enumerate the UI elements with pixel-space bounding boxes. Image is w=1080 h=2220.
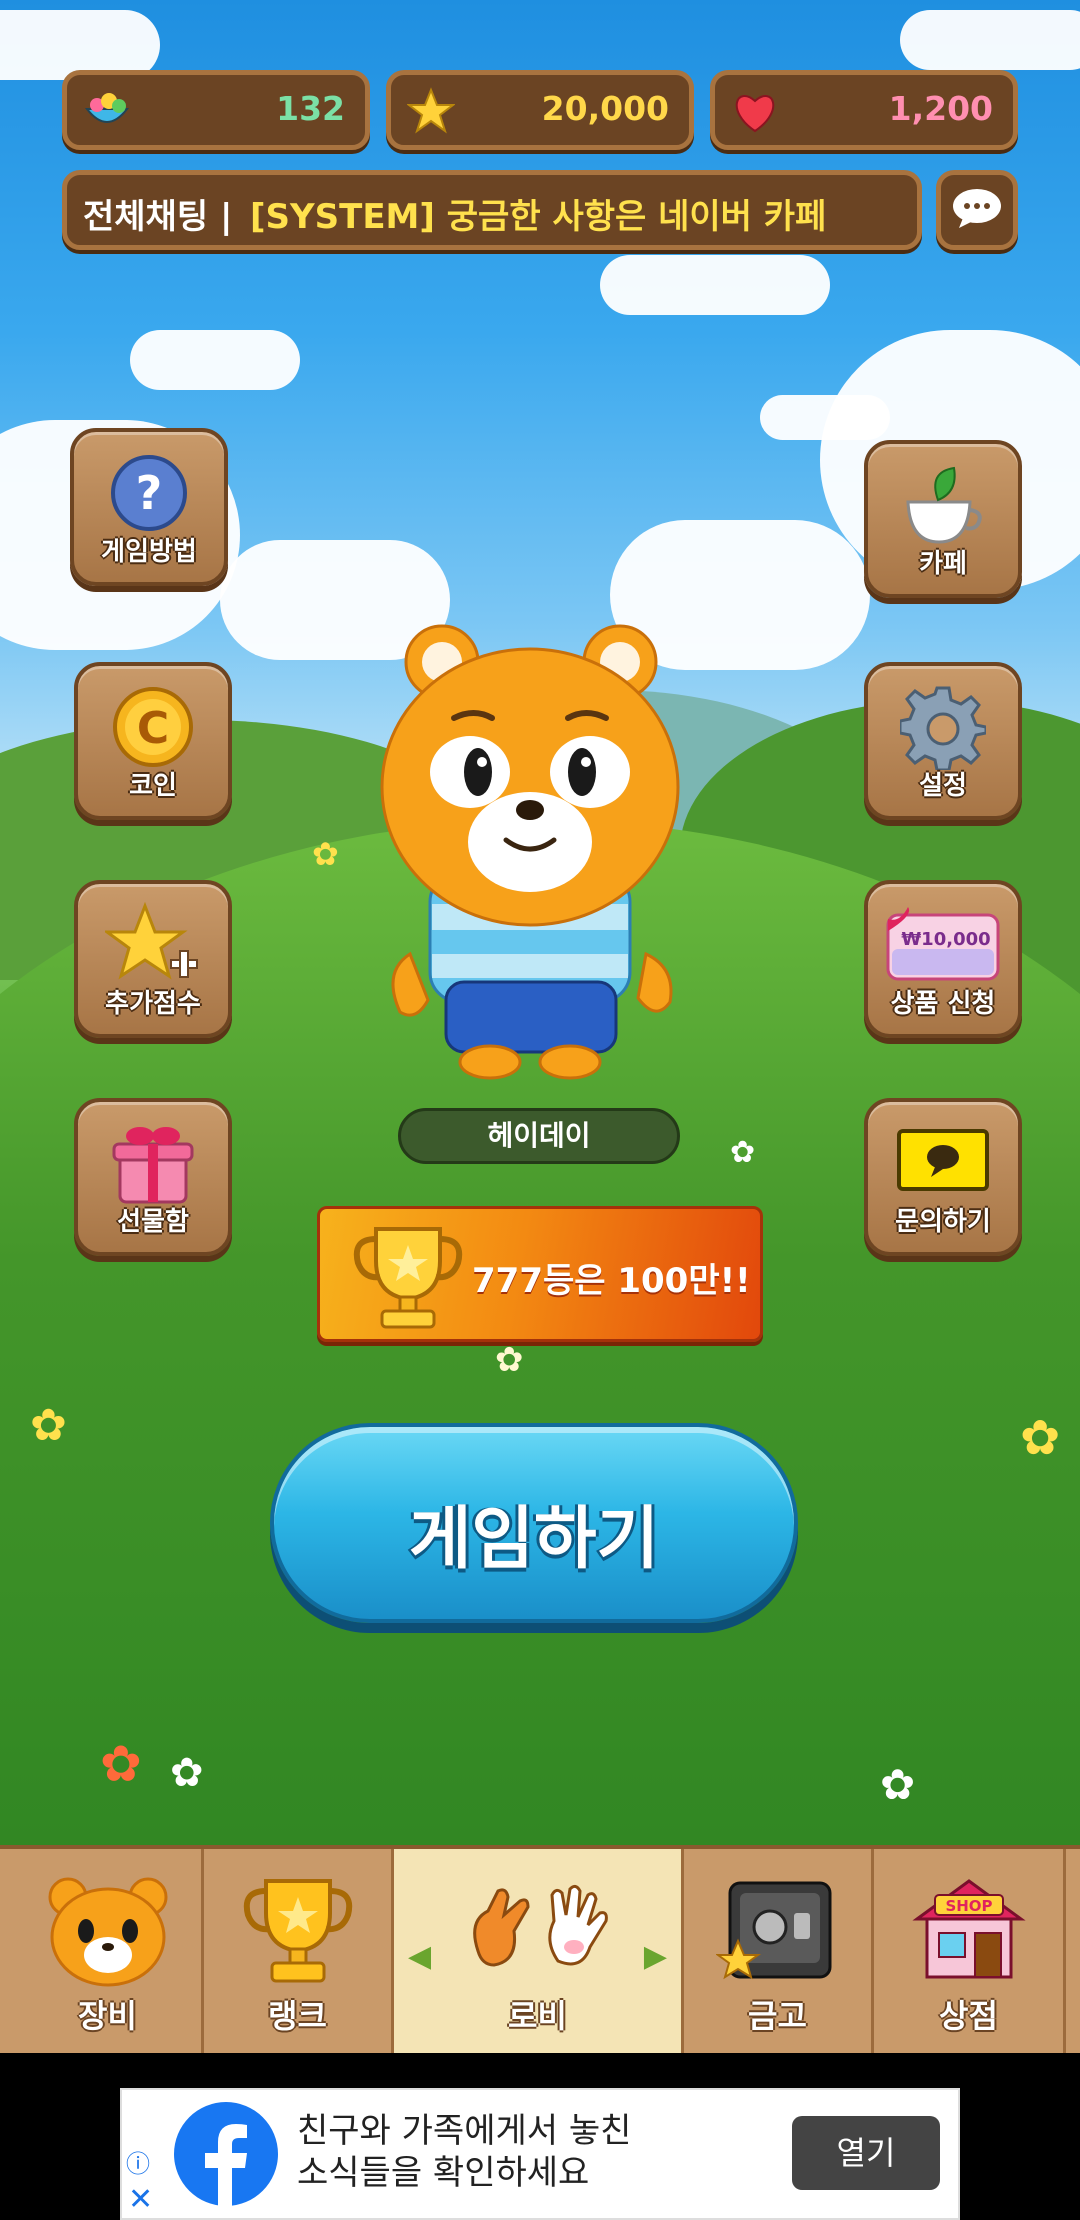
resource-star: 20,000 (386, 70, 694, 150)
tab-vault-label: 금고 (748, 1997, 807, 2035)
resource-food: 132 (62, 70, 370, 150)
promo-banner[interactable]: 777등은 100만!! (317, 1206, 763, 1342)
info-icon[interactable]: ⓘ (126, 2144, 150, 2179)
bear-character[interactable] (380, 622, 680, 1082)
cloud (600, 255, 830, 315)
shop-icon: SHOP (874, 1871, 1063, 1991)
flower-icon: ✿ (880, 1760, 916, 1809)
heart-icon (729, 85, 781, 137)
bear-face-icon (14, 1871, 201, 1991)
svg-text:C: C (137, 703, 169, 754)
inquiry-label: 문의하기 (895, 1207, 991, 1237)
prize-request-label: 상품 신청 (890, 989, 996, 1019)
coin-label: 코인 (129, 771, 177, 801)
flower-icon: ✿ (312, 835, 339, 873)
promo-text: 777등은 100만!! (472, 1261, 751, 1301)
coin-button[interactable]: C 코인 (74, 662, 232, 820)
bonus-score-label: 추가점수 (105, 989, 201, 1019)
flower-icon: ✿ (1020, 1410, 1061, 1466)
star-plus-icon (78, 900, 228, 990)
how-to-play-label: 게임방법 (101, 537, 197, 567)
cafe-label: 카페 (919, 549, 967, 579)
question-icon: ? (74, 448, 224, 538)
coin-icon: C (78, 682, 228, 772)
bonus-score-button[interactable]: 추가점수 (74, 880, 232, 1038)
gift-card-icon: ₩10,000 (868, 900, 1018, 990)
inquiry-button[interactable]: 문의하기 (864, 1098, 1022, 1256)
ad-banner-area: ⓘ ✕ 친구와 가족에게서 놓친 소식들을 확인하세요 열기 (0, 2053, 1080, 2220)
gift-card-amount: ₩10,000 (901, 929, 990, 950)
gift-box-icon (78, 1118, 228, 1208)
settings-button[interactable]: 설정 (864, 662, 1022, 820)
speech-bubble-icon (868, 1118, 1018, 1208)
gear-icon (868, 682, 1018, 772)
trophy-icon (204, 1871, 391, 1991)
tab-equipment[interactable]: 장비 (14, 1849, 204, 2053)
settings-label: 설정 (919, 771, 967, 801)
flower-icon: ✿ (495, 1340, 524, 1380)
chat-ticker[interactable]: 전체채팅 | [SYSTEM] 궁금한 사항은 네이버 카페 (62, 170, 922, 250)
cloud (760, 395, 890, 440)
close-icon[interactable]: ✕ (128, 2182, 153, 2217)
heart-count: 1,200 (888, 89, 993, 128)
ad-text-line2: 소식들을 확인하세요 (297, 2153, 590, 2193)
ad-text-line1: 친구와 가족에게서 놓친 (297, 2111, 632, 2151)
hands-icon (394, 1871, 681, 1991)
bottom-nav: 장비 랭크 ◀ ▶ 로비 금고 SHOP 상점 (0, 1845, 1080, 2053)
tab-equipment-label: 장비 (78, 1997, 137, 2035)
safe-icon (684, 1871, 871, 1991)
chat-button[interactable] (936, 170, 1018, 250)
character-name: 헤이데이 (398, 1108, 680, 1164)
flower-icon: ✿ (100, 1735, 142, 1793)
facebook-logo-icon (174, 2102, 278, 2206)
play-game-label: 게임하기 (408, 1500, 660, 1579)
tab-shop-label: 상점 (939, 1997, 998, 2035)
star-icon (405, 85, 457, 137)
tab-lobby-label: 로비 (508, 1997, 567, 2035)
food-bowl-icon (81, 85, 133, 137)
tab-lobby[interactable]: ◀ ▶ 로비 (394, 1849, 684, 2053)
flower-icon: ✿ (30, 1400, 67, 1451)
svg-text:?: ? (136, 466, 163, 520)
food-count: 132 (276, 89, 345, 128)
ad-banner[interactable]: ⓘ ✕ 친구와 가족에게서 놓친 소식들을 확인하세요 열기 (120, 2088, 960, 2220)
tab-vault[interactable]: 금고 (684, 1849, 874, 2053)
play-game-button[interactable]: 게임하기 (270, 1423, 798, 1623)
tea-cup-icon (868, 460, 1018, 550)
prize-request-button[interactable]: ₩10,000 상품 신청 (864, 880, 1022, 1038)
how-to-play-button[interactable]: ? 게임방법 (70, 428, 228, 586)
chat-label: 전체채팅 | (83, 197, 233, 237)
ad-open-button[interactable]: 열기 (792, 2116, 940, 2190)
resource-heart: 1,200 (710, 70, 1018, 150)
tab-shop[interactable]: SHOP 상점 (874, 1849, 1066, 2053)
flower-icon: ✿ (170, 1750, 204, 1796)
shop-sign: SHOP (945, 1897, 992, 1915)
speech-bubble-icon (951, 186, 1003, 234)
tab-rank[interactable]: 랭크 (204, 1849, 394, 2053)
cafe-button[interactable]: 카페 (864, 440, 1022, 598)
cloud (130, 330, 300, 390)
ad-text: 친구와 가족에게서 놓친 소식들을 확인하세요 (297, 2110, 631, 2194)
tab-rank-label: 랭크 (268, 1997, 327, 2035)
chat-message: [SYSTEM] 궁금한 사항은 네이버 카페 (250, 197, 827, 237)
gift-box-label: 선물함 (117, 1207, 189, 1237)
trophy-icon (350, 1221, 466, 1337)
game-lobby-background: ✿ ✿ ✿ ✿ ✿ ✿ ✿ ✿ 132 20,000 1,200 전체채팅 | … (0, 0, 1080, 1845)
star-count: 20,000 (541, 89, 669, 128)
flower-icon: ✿ (730, 1135, 756, 1170)
cloud (900, 10, 1080, 70)
gift-box-button[interactable]: 선물함 (74, 1098, 232, 1256)
